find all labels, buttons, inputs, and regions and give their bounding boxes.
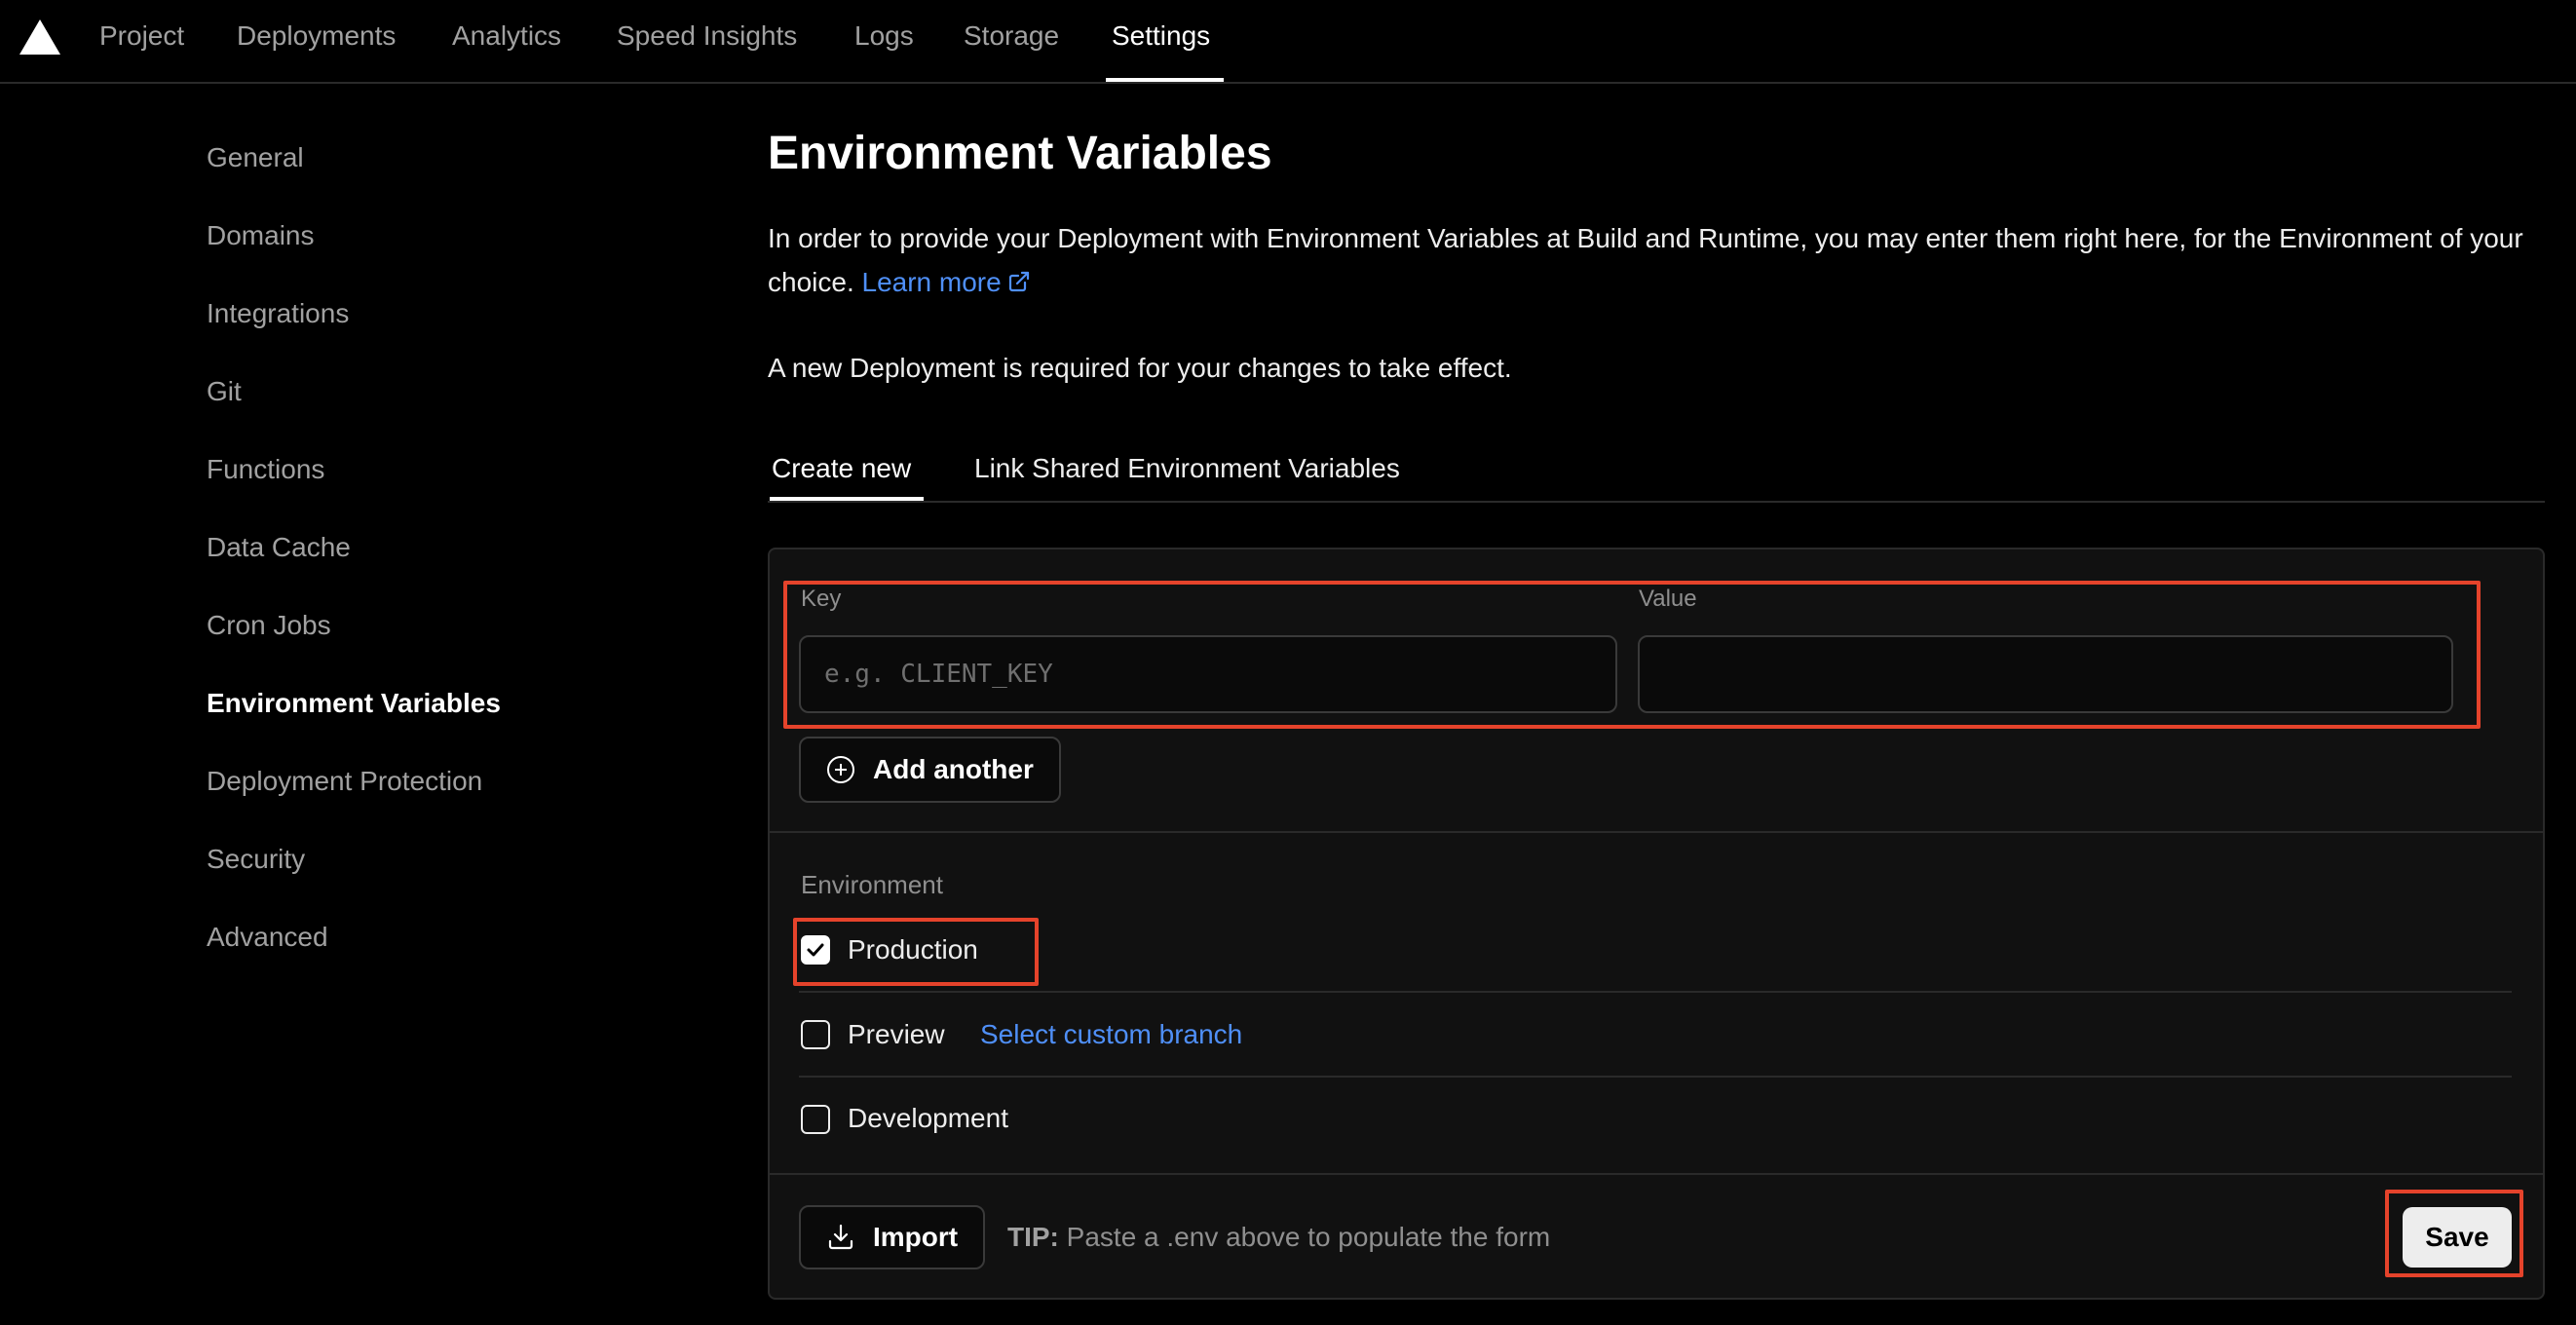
highlight-production — [793, 918, 1039, 986]
sidebar-item-cron-jobs[interactable]: Cron Jobs — [207, 609, 331, 642]
sidebar-item-functions[interactable]: Functions — [207, 453, 324, 486]
sidebar-item-deployment-protection[interactable]: Deployment Protection — [207, 765, 482, 798]
add-another-label: Add another — [873, 754, 1034, 784]
import-label: Import — [873, 1222, 959, 1252]
tip-body: Paste a .env above to populate the form — [1066, 1222, 1551, 1252]
nav-tab-deployments[interactable]: Deployments — [237, 19, 396, 53]
preview-checkbox[interactable] — [801, 1020, 830, 1049]
redeploy-notice: A new Deployment is required for your ch… — [768, 353, 1512, 383]
section-divider — [770, 831, 2543, 833]
plus-circle-icon — [827, 756, 854, 783]
highlight-save — [2385, 1190, 2523, 1277]
external-link-icon — [1008, 271, 1029, 292]
add-another-button[interactable]: Add another — [799, 737, 1061, 803]
env-row-divider — [799, 1076, 2512, 1078]
sidebar-item-data-cache[interactable]: Data Cache — [207, 531, 351, 564]
development-checkbox[interactable] — [801, 1105, 830, 1134]
tip-prefix: TIP: — [1007, 1222, 1059, 1252]
nav-tab-settings[interactable]: Settings — [1112, 19, 1210, 53]
sidebar-item-integrations[interactable]: Integrations — [207, 297, 349, 330]
footer-divider — [770, 1173, 2543, 1175]
sidebar-item-domains[interactable]: Domains — [207, 219, 314, 252]
sidebar-item-environment-variables[interactable]: Environment Variables — [207, 687, 501, 720]
sidebar-item-security[interactable]: Security — [207, 843, 305, 876]
download-icon — [828, 1224, 853, 1250]
sidebar-item-general[interactable]: General — [207, 141, 304, 174]
nav-tab-project[interactable]: Project — [99, 19, 184, 53]
sidebar-item-git[interactable]: Git — [207, 375, 242, 408]
top-nav: Project Deployments Analytics Speed Insi… — [0, 0, 2576, 84]
description-text: In order to provide your Deployment with… — [768, 223, 2523, 297]
nav-active-indicator — [1106, 78, 1224, 82]
select-custom-branch-link[interactable]: Select custom branch — [980, 1018, 1242, 1051]
page-title: Environment Variables — [768, 128, 1272, 179]
tab-create-new[interactable]: Create new — [772, 450, 911, 487]
learn-more-link[interactable]: Learn more — [862, 267, 1031, 297]
tabs-divider — [768, 501, 2545, 503]
nav-tab-logs[interactable]: Logs — [854, 19, 914, 53]
development-label[interactable]: Development — [848, 1102, 1008, 1135]
import-button[interactable]: Import — [799, 1205, 986, 1269]
tab-link-shared[interactable]: Link Shared Environment Variables — [974, 450, 1400, 487]
learn-more-label: Learn more — [861, 267, 1002, 297]
nav-tab-storage[interactable]: Storage — [964, 19, 1059, 53]
tip-text: TIP: Paste a .env above to populate the … — [1007, 1221, 1550, 1254]
env-row-divider — [799, 991, 2512, 993]
page-description: In order to provide your Deployment with… — [768, 216, 2547, 304]
sidebar-item-advanced[interactable]: Advanced — [207, 921, 328, 954]
highlight-key-value — [783, 581, 2481, 729]
nav-tab-speed-insights[interactable]: Speed Insights — [617, 19, 797, 53]
vercel-logo-icon[interactable] — [19, 19, 60, 55]
environment-label: Environment — [801, 870, 943, 899]
nav-tab-analytics[interactable]: Analytics — [452, 19, 561, 53]
preview-label[interactable]: Preview — [848, 1018, 945, 1051]
